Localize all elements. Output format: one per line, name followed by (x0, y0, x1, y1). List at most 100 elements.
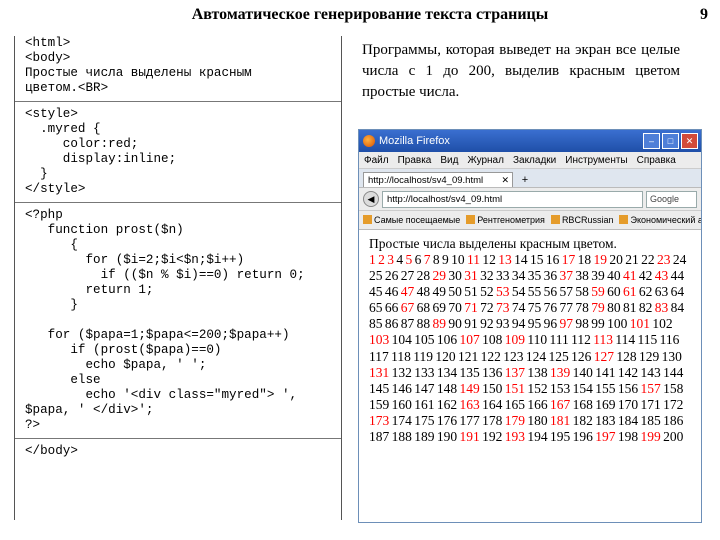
number-item: 96 (543, 316, 558, 332)
number-item: 181 (550, 412, 571, 428)
number-item: 138 (527, 364, 548, 380)
number-item: 90 (448, 316, 462, 332)
number-item: 72 (480, 300, 494, 316)
number-item: 61 (623, 284, 637, 300)
menu-item-1[interactable]: Правка (398, 155, 432, 166)
menu-item-6[interactable]: Справка (637, 155, 676, 166)
number-item: 158 (663, 380, 684, 396)
number-item: 186 (663, 412, 684, 428)
number-item: 179 (504, 412, 525, 428)
task-description: Программы, которая выведет на экран все … (362, 42, 680, 100)
number-item: 176 (436, 412, 458, 428)
number-item: 139 (550, 364, 571, 380)
back-arrow-icon[interactable]: ◀ (363, 191, 379, 207)
number-item: 17 (561, 252, 576, 267)
number-item: 143 (640, 364, 661, 380)
url-input[interactable]: http://localhost/sv4_09.html (382, 190, 643, 208)
number-item: 27 (400, 268, 415, 284)
number-item: 170 (617, 396, 639, 412)
menu-item-4[interactable]: Закладки (513, 155, 556, 166)
number-item: 26 (384, 268, 399, 284)
menu-item-3[interactable]: Журнал (467, 155, 504, 166)
number-item: 12 (482, 252, 496, 267)
menu-item-5[interactable]: Инструменты (565, 155, 627, 166)
number-item: 60 (607, 284, 621, 300)
number-item: 108 (482, 332, 503, 348)
number-item: 128 (616, 348, 637, 364)
number-item: 22 (641, 252, 655, 267)
number-item: 165 (504, 396, 525, 412)
code-end-block: </body> (25, 444, 78, 458)
number-item: 97 (559, 316, 574, 332)
number-item: 189 (414, 429, 435, 445)
number-item: 157 (640, 380, 661, 396)
number-item: 57 (559, 284, 574, 300)
search-input[interactable]: Google (646, 190, 697, 208)
number-item: 13 (498, 252, 512, 267)
number-item: 25 (369, 268, 383, 284)
number-item: 33 (496, 268, 510, 284)
minimize-button[interactable]: – (643, 133, 660, 149)
number-item: 55 (527, 284, 542, 300)
number-item: 110 (527, 332, 548, 348)
bookmark-item-1[interactable]: Рентгенометрия (466, 215, 545, 225)
number-item: 21 (625, 252, 639, 267)
number-item: 98 (575, 316, 589, 332)
number-item: 1 (369, 252, 376, 267)
number-item: 169 (595, 396, 616, 412)
number-item: 53 (496, 284, 510, 300)
tab-close-icon[interactable]: ✕ (501, 173, 509, 188)
menu-item-0[interactable]: Файл (364, 155, 389, 166)
number-item: 8 (432, 252, 440, 267)
number-item: 20 (609, 252, 623, 267)
bookmark-item-2[interactable]: RBCRussian (550, 215, 613, 225)
number-item: 136 (482, 364, 503, 380)
number-item: 115 (637, 332, 658, 348)
number-item: 64 (670, 284, 685, 300)
number-item: 150 (482, 380, 503, 396)
number-item: 38 (575, 268, 589, 284)
number-item: 40 (607, 268, 621, 284)
number-item: 185 (640, 412, 661, 428)
number-item: 54 (511, 284, 526, 300)
number-item: 4 (396, 252, 404, 267)
number-item: 148 (436, 380, 458, 396)
number-item: 119 (413, 348, 433, 364)
number-item: 160 (391, 396, 412, 412)
number-item: 91 (464, 316, 478, 332)
number-item: 123 (503, 348, 524, 364)
number-item: 131 (369, 364, 390, 380)
browser-titlebar: Mozilla Firefox – □ ✕ (359, 130, 701, 152)
number-item: 142 (617, 364, 639, 380)
number-item: 35 (527, 268, 542, 284)
number-item: 127 (593, 348, 614, 364)
number-list: 1 2 3 4 5 6 7 8 9 10 11 12 13 14 15 16 1… (369, 252, 693, 445)
number-item: 145 (369, 380, 390, 396)
new-tab-button[interactable]: + (517, 173, 533, 187)
close-button[interactable]: ✕ (681, 133, 698, 149)
number-item: 147 (414, 380, 435, 396)
number-item: 29 (432, 268, 447, 284)
number-item: 6 (414, 252, 422, 267)
number-item: 141 (595, 364, 616, 380)
number-item: 71 (464, 300, 478, 316)
bookmark-item-3[interactable]: Экономический анализ (619, 215, 701, 225)
tab-label: http://localhost/sv4_09.html (368, 175, 484, 186)
number-item: 58 (575, 284, 589, 300)
number-item: 31 (464, 268, 478, 284)
number-item: 175 (414, 412, 435, 428)
number-item: 161 (414, 396, 435, 412)
number-item: 24 (672, 252, 687, 267)
number-item: 15 (530, 252, 544, 267)
bookmark-item-0[interactable]: Самые посещаемые (363, 215, 460, 225)
number-item: 65 (369, 300, 383, 316)
number-item: 180 (527, 412, 548, 428)
menu-item-2[interactable]: Вид (440, 155, 458, 166)
browser-tab[interactable]: http://localhost/sv4_09.html ✕ (363, 172, 513, 187)
number-item: 184 (617, 412, 639, 428)
number-item: 103 (369, 332, 390, 348)
number-item: 200 (663, 429, 684, 445)
maximize-button[interactable]: □ (662, 133, 679, 149)
number-item: 80 (607, 300, 621, 316)
number-item: 162 (436, 396, 458, 412)
